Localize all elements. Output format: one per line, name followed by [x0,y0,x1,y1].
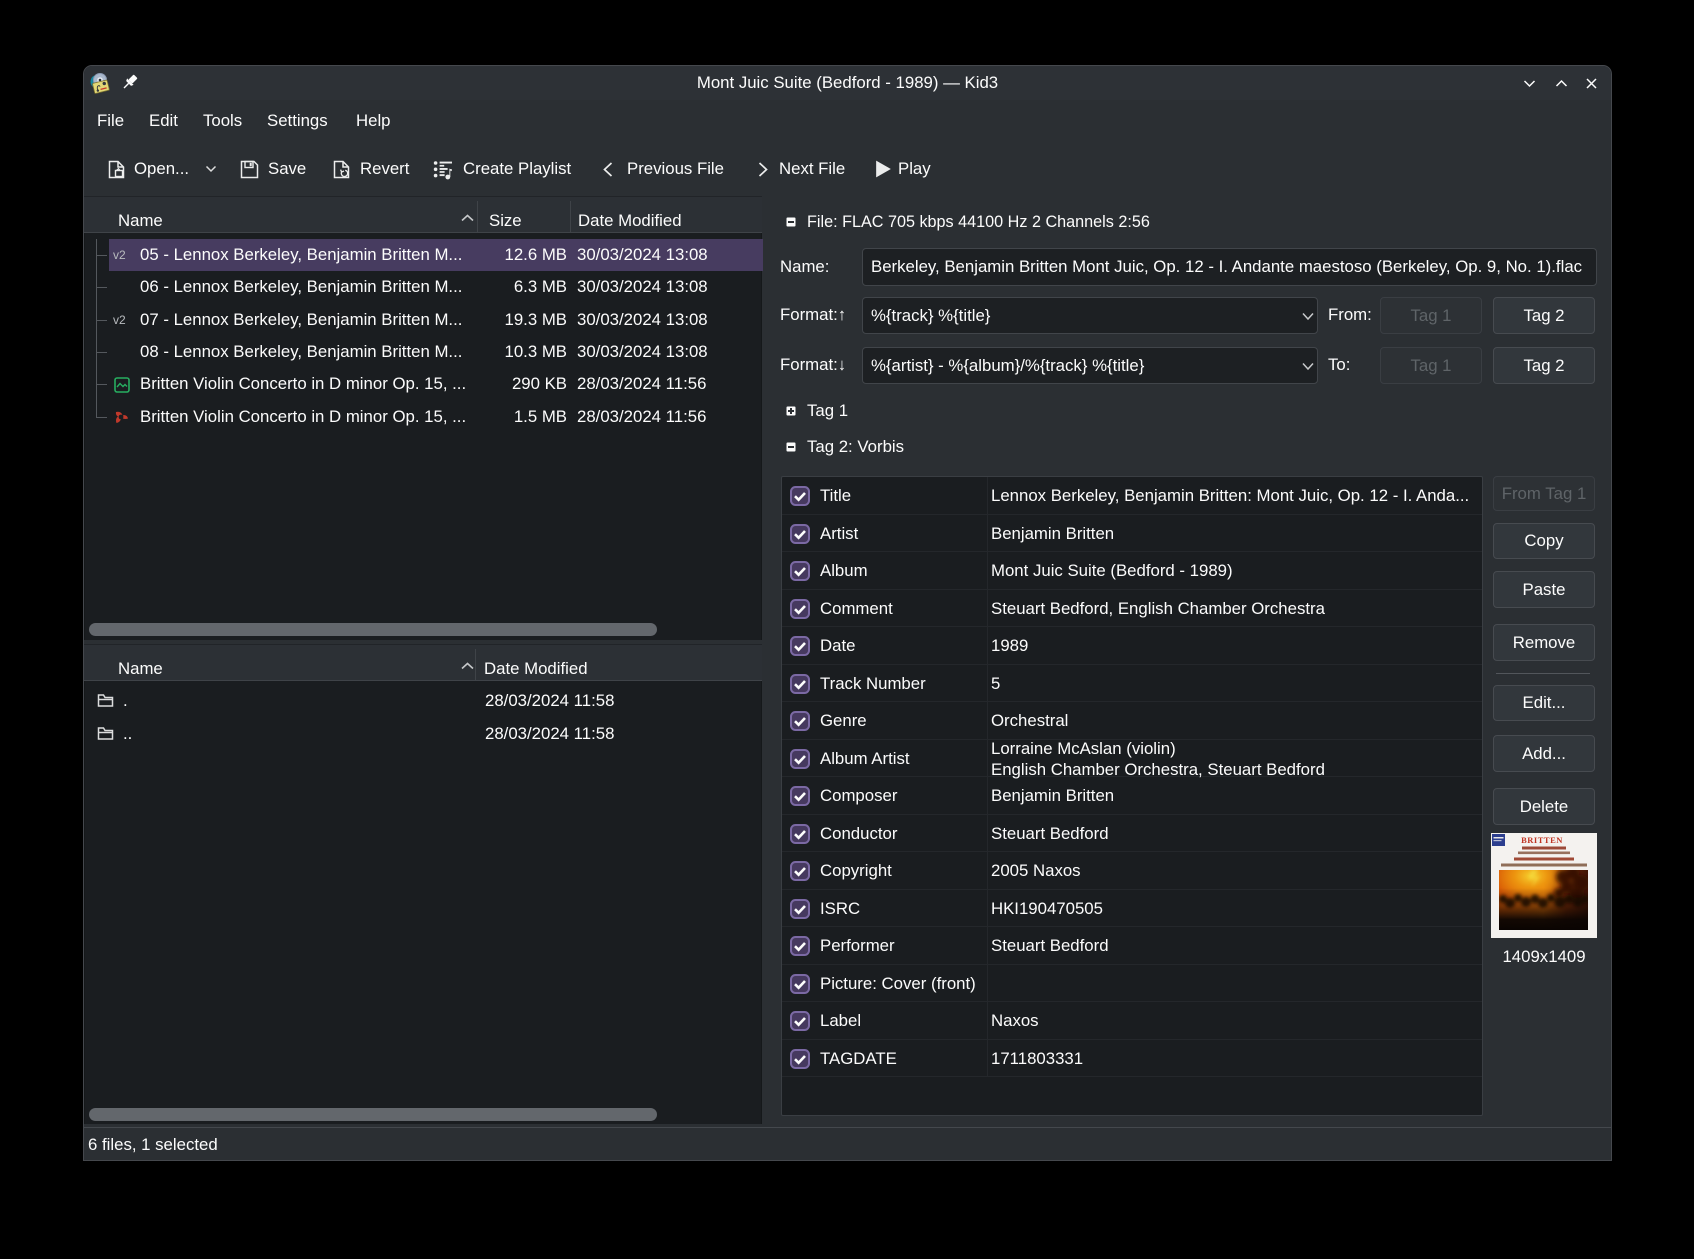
svg-text:BRITTEN: BRITTEN [1521,835,1563,845]
